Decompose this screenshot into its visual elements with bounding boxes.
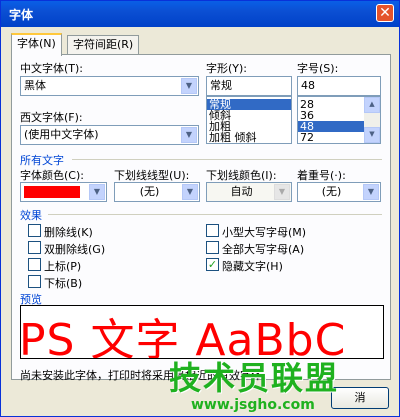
preview-box: PS 文字 AaBbC [20, 305, 384, 359]
strikethrough-checkbox[interactable] [28, 224, 41, 237]
chevron-down-icon[interactable]: ▼ [182, 184, 198, 200]
font-color-select[interactable]: ▼ [20, 182, 107, 202]
emphasis-select[interactable]: (无) ▼ [297, 182, 381, 202]
font-dialog: 字体 ✕ 字体(N) 字符间距(R) 中文字体(T): 黑体 ▼ 字形(Y): … [0, 0, 400, 417]
chevron-down-icon[interactable]: ▼ [89, 184, 105, 200]
size-label: 字号(S): [297, 62, 339, 75]
underline-style-select[interactable]: (无) ▼ [114, 182, 200, 202]
subscript-label: 下标(B) [44, 277, 83, 290]
tab-character-spacing[interactable]: 字符间距(R) [67, 35, 140, 54]
chevron-down-icon[interactable]: ▼ [181, 127, 197, 143]
superscript-checkbox[interactable] [28, 258, 41, 271]
group-divider [48, 214, 382, 215]
size-scrollbar[interactable]: ▲ ▼ [364, 97, 380, 143]
style-input[interactable]: 常规 [206, 76, 292, 96]
all-caps-checkbox[interactable] [206, 241, 219, 254]
double-strikethrough-label: 双删除线(G) [44, 243, 106, 256]
chinese-font-value: 黑体 [24, 79, 46, 92]
size-value: 48 [301, 79, 315, 92]
cancel-button[interactable]: 消 [331, 387, 389, 409]
style-listbox[interactable]: 常规 倾斜 加粗 加粗 倾斜 [206, 96, 292, 144]
all-caps-label: 全部大写字母(A) [222, 243, 305, 256]
chevron-down-icon[interactable]: ▼ [181, 78, 197, 94]
underline-color-label: 下划线颜色(I): [206, 169, 277, 182]
window-title: 字体 [9, 8, 34, 22]
watermark-url: www.jsgho.com [191, 397, 315, 413]
group-divider [72, 159, 382, 160]
emphasis-label: 着重号(·): [297, 169, 346, 182]
effects-group-title: 效果 [20, 209, 42, 222]
style-value: 常规 [210, 79, 232, 92]
double-strikethrough-checkbox[interactable] [28, 241, 41, 254]
small-caps-label: 小型大写字母(M) [222, 226, 307, 239]
western-font-select[interactable]: (使用中文字体) ▼ [20, 125, 199, 145]
hidden-text-checkbox[interactable]: ✓ [206, 258, 219, 271]
close-icon[interactable]: ✕ [376, 4, 394, 22]
style-option[interactable]: 加粗 倾斜 [207, 132, 291, 143]
underline-color-select: 自动 ▼ [206, 182, 292, 202]
chevron-down-icon: ▼ [274, 184, 290, 200]
watermark-brand: 技术员联盟 [169, 359, 340, 397]
font-tab-panel: 中文字体(T): 黑体 ▼ 字形(Y): 常规 常规 倾斜 加粗 加粗 倾斜 字… [11, 54, 391, 382]
size-input[interactable]: 48 [297, 76, 381, 96]
chevron-down-icon[interactable]: ▼ [363, 184, 379, 200]
tab-font[interactable]: 字体(N) [11, 33, 62, 56]
chinese-font-label: 中文字体(T): [20, 62, 84, 75]
size-listbox[interactable]: 28 36 48 72 ▲ ▼ [297, 96, 381, 144]
font-color-label: 字体颜色(C): [20, 169, 84, 182]
preview-text: PS 文字 AaBbC [20, 315, 347, 359]
emphasis-value: (无) [321, 185, 342, 198]
font-color-swatch [24, 186, 80, 198]
all-text-group-title: 所有文字 [20, 154, 64, 167]
underline-style-label: 下划线线型(U): [114, 169, 190, 182]
superscript-label: 上标(P) [44, 260, 82, 273]
title-bar: 字体 ✕ [1, 1, 399, 27]
style-label: 字形(Y): [206, 62, 248, 75]
scroll-up-icon[interactable]: ▲ [364, 97, 380, 113]
strikethrough-label: 删除线(K) [44, 226, 93, 239]
hidden-text-label: 隐藏文字(H) [222, 260, 283, 273]
underline-color-value: 自动 [230, 185, 253, 198]
western-font-value: (使用中文字体) [24, 128, 99, 141]
small-caps-checkbox[interactable] [206, 224, 219, 237]
subscript-checkbox[interactable] [28, 275, 41, 288]
western-font-label: 西文字体(F): [20, 111, 83, 124]
scroll-down-icon[interactable]: ▼ [364, 127, 380, 143]
chinese-font-select[interactable]: 黑体 ▼ [20, 76, 199, 96]
underline-style-value: (无) [139, 185, 160, 198]
